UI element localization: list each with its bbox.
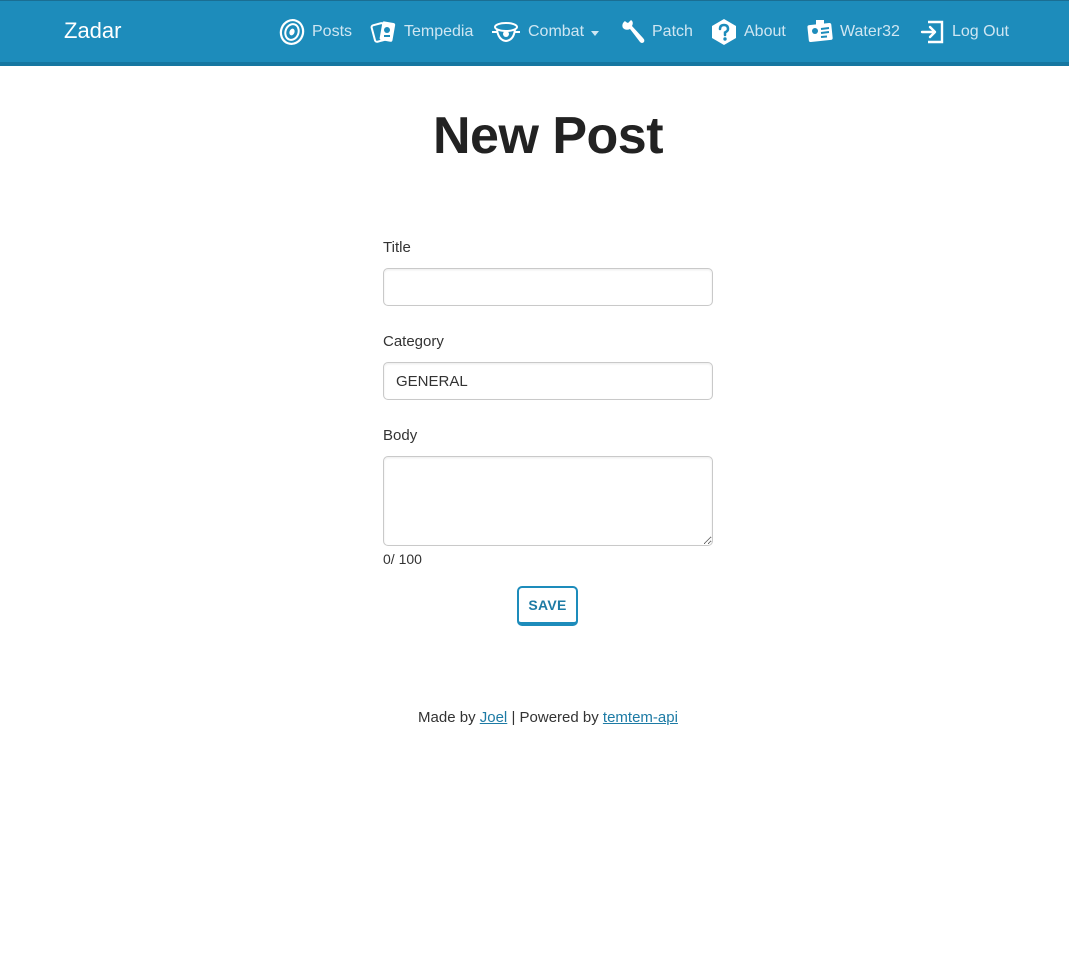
nav-item-about[interactable]: About <box>710 17 786 47</box>
logout-icon <box>918 18 946 46</box>
nav-item-label: Patch <box>652 23 693 40</box>
nav-item-combat[interactable]: Combat <box>490 17 600 47</box>
nav-item-profile[interactable]: Water32 <box>806 17 900 47</box>
category-input[interactable] <box>383 362 713 400</box>
id-card-icon <box>806 18 834 46</box>
nav-item-posts[interactable]: Posts <box>278 17 352 47</box>
nav-item-label: About <box>744 23 786 40</box>
cards-icon <box>370 18 398 46</box>
nav-item-label: Tempedia <box>404 23 474 40</box>
footer: Made by Joel | Powered by temtem-api <box>0 708 1069 728</box>
save-button[interactable]: SAVE <box>517 586 578 626</box>
character-counter: 0/ 100 <box>383 551 422 567</box>
nav-item-label: Water32 <box>840 23 900 40</box>
question-icon <box>710 18 738 46</box>
title-label: Title <box>383 239 411 256</box>
nav-item-patch[interactable]: Patch <box>620 17 693 47</box>
footer-separator: | Powered by <box>507 709 603 726</box>
chevron-down-icon <box>591 30 600 36</box>
api-link[interactable]: temtem-api <box>603 709 678 726</box>
body-label: Body <box>383 427 418 444</box>
nav-item-label: Log Out <box>952 23 1009 40</box>
category-label: Category <box>383 333 444 350</box>
battle-icon <box>490 18 522 46</box>
nav-item-logout[interactable]: Log Out <box>918 17 1009 47</box>
nav-item-label: Combat <box>528 23 585 40</box>
brand-logo[interactable]: Zadar <box>64 17 121 45</box>
target-icon <box>278 18 306 46</box>
footer-made-by: Made by <box>418 709 480 726</box>
page-title: New Post <box>432 107 664 165</box>
body-textarea[interactable] <box>383 456 713 546</box>
wrench-icon <box>620 18 646 46</box>
nav-item-label: Posts <box>312 23 353 40</box>
title-input[interactable] <box>383 268 713 306</box>
nav-item-tempedia[interactable]: Tempedia <box>370 17 473 47</box>
navbar: Zadar Posts Tempedia Combat Patch About … <box>0 0 1069 66</box>
author-link[interactable]: Joel <box>480 709 508 726</box>
